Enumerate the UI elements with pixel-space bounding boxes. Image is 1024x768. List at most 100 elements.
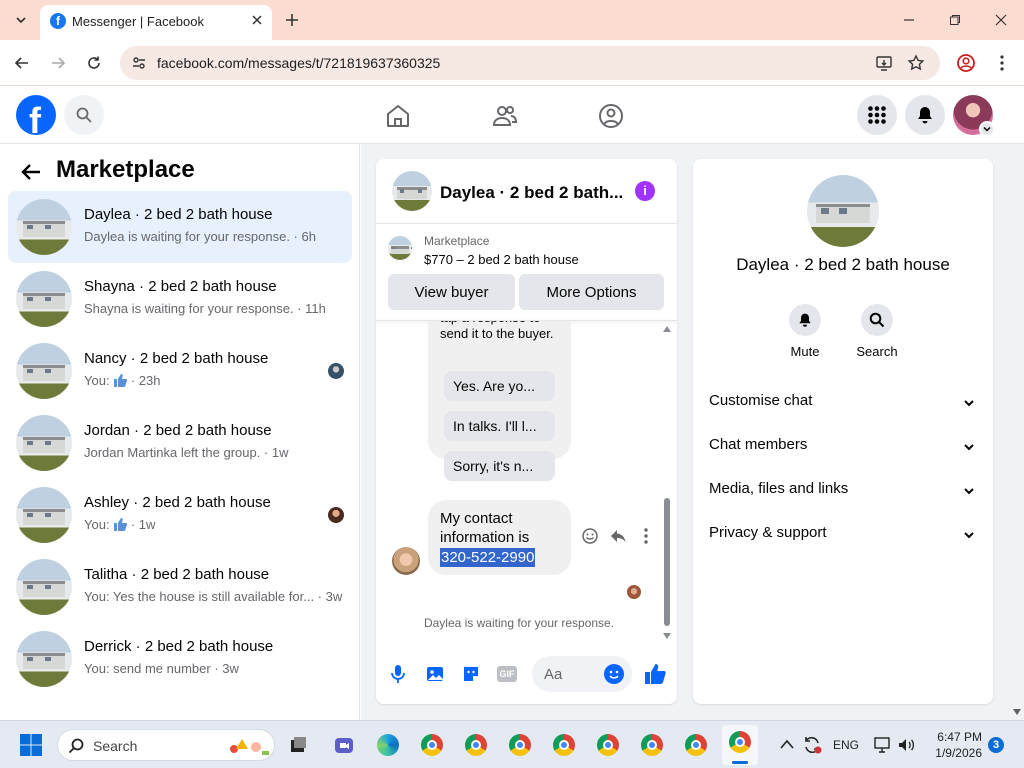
chat-thumbnail[interactable] [392, 171, 432, 211]
message-input[interactable]: Aa [532, 656, 632, 692]
forward-button[interactable] [43, 48, 73, 78]
network-icon[interactable] [873, 736, 893, 754]
minimize-icon [904, 19, 914, 21]
scrollbar-thumb[interactable] [664, 498, 670, 626]
quick-reply-chip[interactable]: In talks. I'll l... [444, 411, 555, 441]
restore-icon [950, 15, 960, 25]
volume-icon[interactable] [897, 736, 915, 754]
more-options-button[interactable]: More Options [519, 274, 664, 310]
arrow-left-icon [21, 164, 40, 180]
mute-label: Mute [790, 344, 820, 359]
conversation-item[interactable]: Daylea · 2 bed 2 bath house Daylea is wa… [8, 191, 352, 263]
privacy-support-section[interactable]: Privacy & support [709, 524, 979, 548]
quick-reply-chip[interactable]: Yes. Are yo... [444, 371, 555, 401]
bookmark-star-icon[interactable] [907, 54, 925, 72]
back-to-chats-button[interactable] [20, 161, 42, 183]
minimize-button[interactable] [894, 5, 924, 35]
new-tab-button[interactable] [277, 5, 307, 35]
media-files-links-section[interactable]: Media, files and links [709, 480, 979, 504]
close-tab-button[interactable] [250, 13, 264, 27]
browser-tab[interactable]: f Messenger | Facebook [40, 5, 272, 40]
meet-app-icon[interactable] [330, 731, 358, 759]
sender-avatar[interactable] [392, 547, 420, 575]
listing-thumbnail [16, 559, 72, 615]
conversation-item[interactable]: Derrick · 2 bed 2 bath house You: send m… [8, 623, 352, 695]
conversation-item[interactable]: Nancy · 2 bed 2 bath house You: · 23h [8, 335, 352, 407]
task-view-icon[interactable] [284, 731, 312, 759]
address-bar[interactable]: facebook.com/messages/t/721819637360325 [120, 46, 940, 80]
search-in-chat-button[interactable] [861, 304, 893, 336]
back-button[interactable] [7, 48, 37, 78]
start-button[interactable] [17, 731, 45, 759]
groups-nav-button[interactable] [597, 102, 625, 130]
search-highlight-icon [226, 735, 270, 757]
scroll-up-arrow-icon[interactable] [662, 325, 672, 333]
notification-badge[interactable]: 3 [988, 737, 1004, 753]
chrome-app-icon[interactable] [418, 731, 446, 759]
gif-icon[interactable]: GIF [497, 666, 517, 682]
conversation-item[interactable]: Ashley · 2 bed 2 bath house You: · 1w [8, 479, 352, 551]
conversation-item[interactable]: Shayna · 2 bed 2 bath house Shayna is wa… [8, 263, 352, 335]
friends-nav-button[interactable] [491, 102, 519, 130]
chrome-profile-icon[interactable] [506, 731, 534, 759]
chat-title[interactable]: Daylea · 2 bed 2 bath... [440, 183, 623, 203]
quick-reply-chip[interactable]: Sorry, it's n... [444, 451, 555, 481]
subtitle-time: · 23h [130, 373, 161, 388]
view-buyer-button[interactable]: View buyer [388, 274, 515, 310]
chrome-active-window[interactable] [722, 725, 758, 765]
account-menu-chevron[interactable] [979, 121, 995, 137]
windows-logo-icon [20, 734, 42, 756]
home-nav-button[interactable] [384, 102, 412, 130]
search-button[interactable] [64, 95, 104, 135]
marketplace-panel: Marketplace Daylea · 2 bed 2 bath house … [0, 144, 360, 720]
react-emoji-icon[interactable] [581, 527, 599, 545]
profile-icon [957, 54, 975, 72]
page-scroll-down-icon[interactable] [1012, 708, 1022, 716]
install-app-icon[interactable] [875, 54, 893, 72]
chrome-profile-icon[interactable] [682, 731, 710, 759]
customise-chat-section[interactable]: Customise chat [709, 392, 979, 416]
language-indicator[interactable]: ENG [833, 738, 859, 752]
conversation-subtitle: Shayna is waiting for your response. · 1… [84, 301, 326, 316]
chevron-up-icon[interactable] [780, 739, 794, 749]
conversation-item[interactable]: Talitha · 2 bed 2 bath house You: Yes th… [8, 551, 352, 623]
close-window-button[interactable] [986, 5, 1016, 35]
edge-browser-icon[interactable] [374, 731, 402, 759]
home-icon [387, 105, 409, 127]
conversation-subtitle: Daylea is waiting for your response. · 6… [84, 229, 316, 244]
chat-members-section[interactable]: Chat members [709, 436, 979, 460]
image-icon[interactable] [425, 664, 445, 684]
sticker-icon[interactable] [461, 664, 481, 684]
listing-thumbnail [16, 199, 72, 255]
reload-button[interactable] [79, 48, 109, 78]
info-icon[interactable]: i [635, 181, 655, 201]
facebook-logo-icon[interactable]: f [16, 95, 56, 135]
message-phone[interactable]: 320-522-2990 [440, 548, 536, 567]
send-like-icon[interactable] [644, 663, 666, 685]
listing-price-title[interactable]: $770 – 2 bed 2 bath house [424, 252, 579, 267]
taskbar-search[interactable]: Search [57, 729, 275, 761]
info-thumbnail[interactable] [807, 175, 879, 247]
conversation-title: Daylea · 2 bed 2 bath house [84, 206, 273, 223]
conversation-item[interactable]: Jordan · 2 bed 2 bath house Jordan Marti… [8, 407, 352, 479]
message-input-placeholder: Aa [544, 666, 563, 683]
reply-icon[interactable] [609, 527, 627, 545]
scroll-down-arrow-icon[interactable] [662, 632, 672, 640]
clock[interactable]: 6:47 PM 1/9/2026 [922, 729, 982, 761]
sync-icon[interactable] [802, 735, 822, 755]
emoji-icon[interactable] [604, 664, 624, 684]
mute-button[interactable] [789, 304, 821, 336]
notifications-button[interactable] [905, 95, 945, 135]
restore-button[interactable] [940, 5, 970, 35]
chrome-profile-icon[interactable] [550, 731, 578, 759]
message-bubble[interactable]: My contact information is 320-522-2990 [428, 500, 571, 575]
microphone-icon[interactable] [389, 664, 407, 684]
more-vertical-icon[interactable] [643, 528, 649, 544]
menu-button[interactable] [857, 95, 897, 135]
browser-menu-button[interactable] [987, 48, 1017, 78]
chrome-profile-icon[interactable] [462, 731, 490, 759]
profile-button[interactable] [951, 48, 981, 78]
tab-search-button[interactable] [6, 5, 36, 35]
chrome-profile-icon[interactable] [594, 731, 622, 759]
chrome-profile-icon[interactable] [638, 731, 666, 759]
